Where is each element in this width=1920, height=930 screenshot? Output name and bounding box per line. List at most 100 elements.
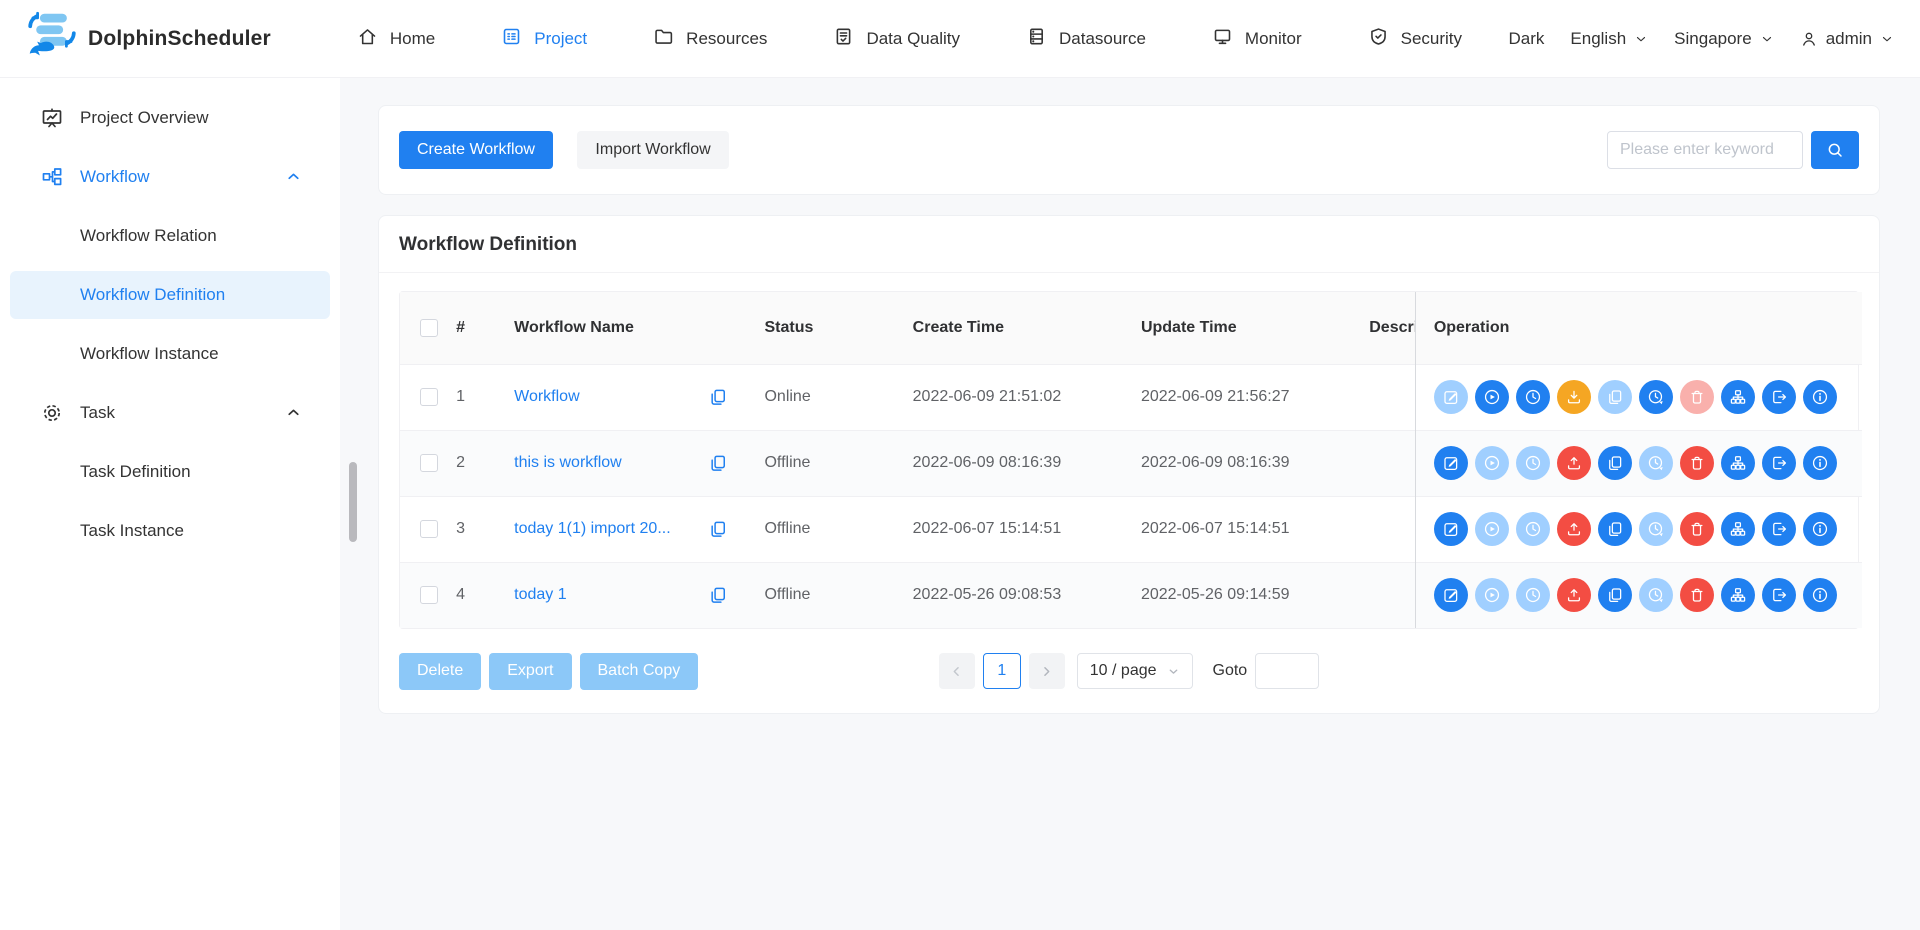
copy-icon bbox=[1606, 388, 1624, 406]
cron-manage-button[interactable] bbox=[1639, 446, 1673, 480]
tree-view-button[interactable] bbox=[1721, 380, 1755, 414]
next-page-button[interactable] bbox=[1029, 653, 1065, 689]
timing-button[interactable] bbox=[1516, 512, 1550, 546]
copy-button[interactable] bbox=[1598, 446, 1632, 480]
workflow-name-link[interactable]: today 1(1) import 20... bbox=[514, 520, 671, 538]
search-button[interactable] bbox=[1811, 131, 1859, 169]
sidebar-item-task-definition[interactable]: Task Definition bbox=[10, 448, 330, 496]
search-input[interactable] bbox=[1607, 131, 1803, 169]
workflow-name-link[interactable]: today 1 bbox=[514, 586, 566, 604]
user-dropdown[interactable]: admin bbox=[1800, 29, 1894, 49]
run-button[interactable] bbox=[1475, 578, 1509, 612]
online-button[interactable] bbox=[1557, 446, 1591, 480]
row-checkbox[interactable] bbox=[420, 388, 438, 406]
version-info-button[interactable] bbox=[1803, 578, 1837, 612]
delete-button[interactable] bbox=[1680, 578, 1714, 612]
chevron-up-icon bbox=[285, 404, 302, 421]
workflow-table: # Workflow Name Status Create Time Updat… bbox=[399, 291, 1859, 629]
version-info-button[interactable] bbox=[1803, 512, 1837, 546]
export-icon bbox=[1770, 586, 1788, 604]
col-description: Description bbox=[1369, 292, 1415, 364]
delete-button[interactable] bbox=[1680, 512, 1714, 546]
export-button[interactable] bbox=[1762, 380, 1796, 414]
goto-page-input[interactable] bbox=[1255, 653, 1319, 689]
sidebar-item-workflow-relation[interactable]: Workflow Relation bbox=[10, 212, 330, 260]
online-button[interactable] bbox=[1557, 578, 1591, 612]
sidebar-item-workflow[interactable]: Workflow bbox=[10, 153, 330, 201]
export-button[interactable]: Export bbox=[489, 653, 571, 690]
sidebar-item-task-instance[interactable]: Task Instance bbox=[10, 507, 330, 555]
row-checkbox[interactable] bbox=[420, 586, 438, 604]
batch-copy-button[interactable]: Batch Copy bbox=[580, 653, 699, 690]
run-button[interactable] bbox=[1475, 380, 1509, 414]
export-button[interactable] bbox=[1762, 512, 1796, 546]
chevron-left-icon bbox=[949, 664, 964, 679]
online-button[interactable] bbox=[1557, 512, 1591, 546]
nav-item-monitor[interactable]: Monitor bbox=[1212, 26, 1302, 52]
delete-button[interactable] bbox=[1680, 380, 1714, 414]
create-time: 2022-06-09 21:51:02 bbox=[913, 364, 1141, 430]
export-icon bbox=[1770, 388, 1788, 406]
theme-toggle[interactable]: Dark bbox=[1509, 29, 1545, 49]
sidebar-item-label: Task Definition bbox=[80, 462, 191, 482]
offline-button[interactable] bbox=[1557, 380, 1591, 414]
language-dropdown[interactable]: English bbox=[1570, 29, 1648, 49]
nav-item-home[interactable]: Home bbox=[357, 26, 435, 52]
scrollbar-thumb[interactable] bbox=[349, 462, 357, 542]
edit-button[interactable] bbox=[1434, 578, 1468, 612]
tree-view-button[interactable] bbox=[1721, 578, 1755, 612]
copy-button[interactable] bbox=[1598, 380, 1632, 414]
copy-button[interactable] bbox=[1598, 578, 1632, 612]
delete-button[interactable]: Delete bbox=[399, 653, 481, 690]
select-all-checkbox[interactable] bbox=[420, 319, 438, 337]
timing-button[interactable] bbox=[1516, 578, 1550, 612]
timezone-dropdown[interactable]: Singapore bbox=[1674, 29, 1774, 49]
import-workflow-button[interactable]: Import Workflow bbox=[577, 131, 728, 169]
edit-button[interactable] bbox=[1434, 512, 1468, 546]
copy-icon bbox=[1606, 586, 1624, 604]
timing-button[interactable] bbox=[1516, 380, 1550, 414]
edit-button[interactable] bbox=[1434, 446, 1468, 480]
tree-view-button[interactable] bbox=[1721, 446, 1755, 480]
nav-label: Datasource bbox=[1059, 29, 1146, 49]
run-button[interactable] bbox=[1475, 512, 1509, 546]
run-button[interactable] bbox=[1475, 446, 1509, 480]
update-time: 2022-06-07 15:14:51 bbox=[1141, 496, 1369, 562]
cron-manage-icon bbox=[1647, 520, 1665, 538]
cron-manage-button[interactable] bbox=[1639, 512, 1673, 546]
nav-item-resources[interactable]: Resources bbox=[653, 26, 767, 52]
nav-item-security[interactable]: Security bbox=[1368, 26, 1462, 52]
copy-name-icon[interactable] bbox=[708, 585, 728, 605]
edit-button[interactable] bbox=[1434, 380, 1468, 414]
timing-button[interactable] bbox=[1516, 446, 1550, 480]
copy-name-icon[interactable] bbox=[708, 453, 728, 473]
sidebar-item-workflow-definition[interactable]: Workflow Definition bbox=[10, 271, 330, 319]
version-info-button[interactable] bbox=[1803, 446, 1837, 480]
cron-manage-button[interactable] bbox=[1639, 380, 1673, 414]
nav-item-datasource[interactable]: Datasource bbox=[1026, 26, 1146, 52]
row-checkbox[interactable] bbox=[420, 454, 438, 472]
version-info-icon bbox=[1811, 454, 1829, 472]
nav-item-project[interactable]: Project bbox=[501, 26, 587, 52]
cron-manage-button[interactable] bbox=[1639, 578, 1673, 612]
copy-name-icon[interactable] bbox=[708, 387, 728, 407]
prev-page-button[interactable] bbox=[939, 653, 975, 689]
copy-name-icon[interactable] bbox=[708, 519, 728, 539]
tree-view-button[interactable] bbox=[1721, 512, 1755, 546]
page-number-button[interactable]: 1 bbox=[983, 653, 1021, 689]
export-button[interactable] bbox=[1762, 446, 1796, 480]
copy-button[interactable] bbox=[1598, 512, 1632, 546]
sidebar-item-project-overview[interactable]: Project Overview bbox=[10, 94, 330, 142]
nav-item-data-quality[interactable]: Data Quality bbox=[833, 26, 960, 52]
page-size-select[interactable]: 10 / page bbox=[1077, 653, 1193, 689]
workflow-name-link[interactable]: Workflow bbox=[514, 388, 580, 406]
sidebar-item-workflow-instance[interactable]: Workflow Instance bbox=[10, 330, 330, 378]
delete-button[interactable] bbox=[1680, 446, 1714, 480]
workflow-name-link[interactable]: this is workflow bbox=[514, 454, 622, 472]
version-info-button[interactable] bbox=[1803, 380, 1837, 414]
row-checkbox[interactable] bbox=[420, 520, 438, 538]
export-button[interactable] bbox=[1762, 578, 1796, 612]
brand-logo[interactable]: DolphinScheduler bbox=[26, 11, 271, 66]
create-workflow-button[interactable]: Create Workflow bbox=[399, 131, 553, 169]
sidebar-item-task[interactable]: Task bbox=[10, 389, 330, 437]
